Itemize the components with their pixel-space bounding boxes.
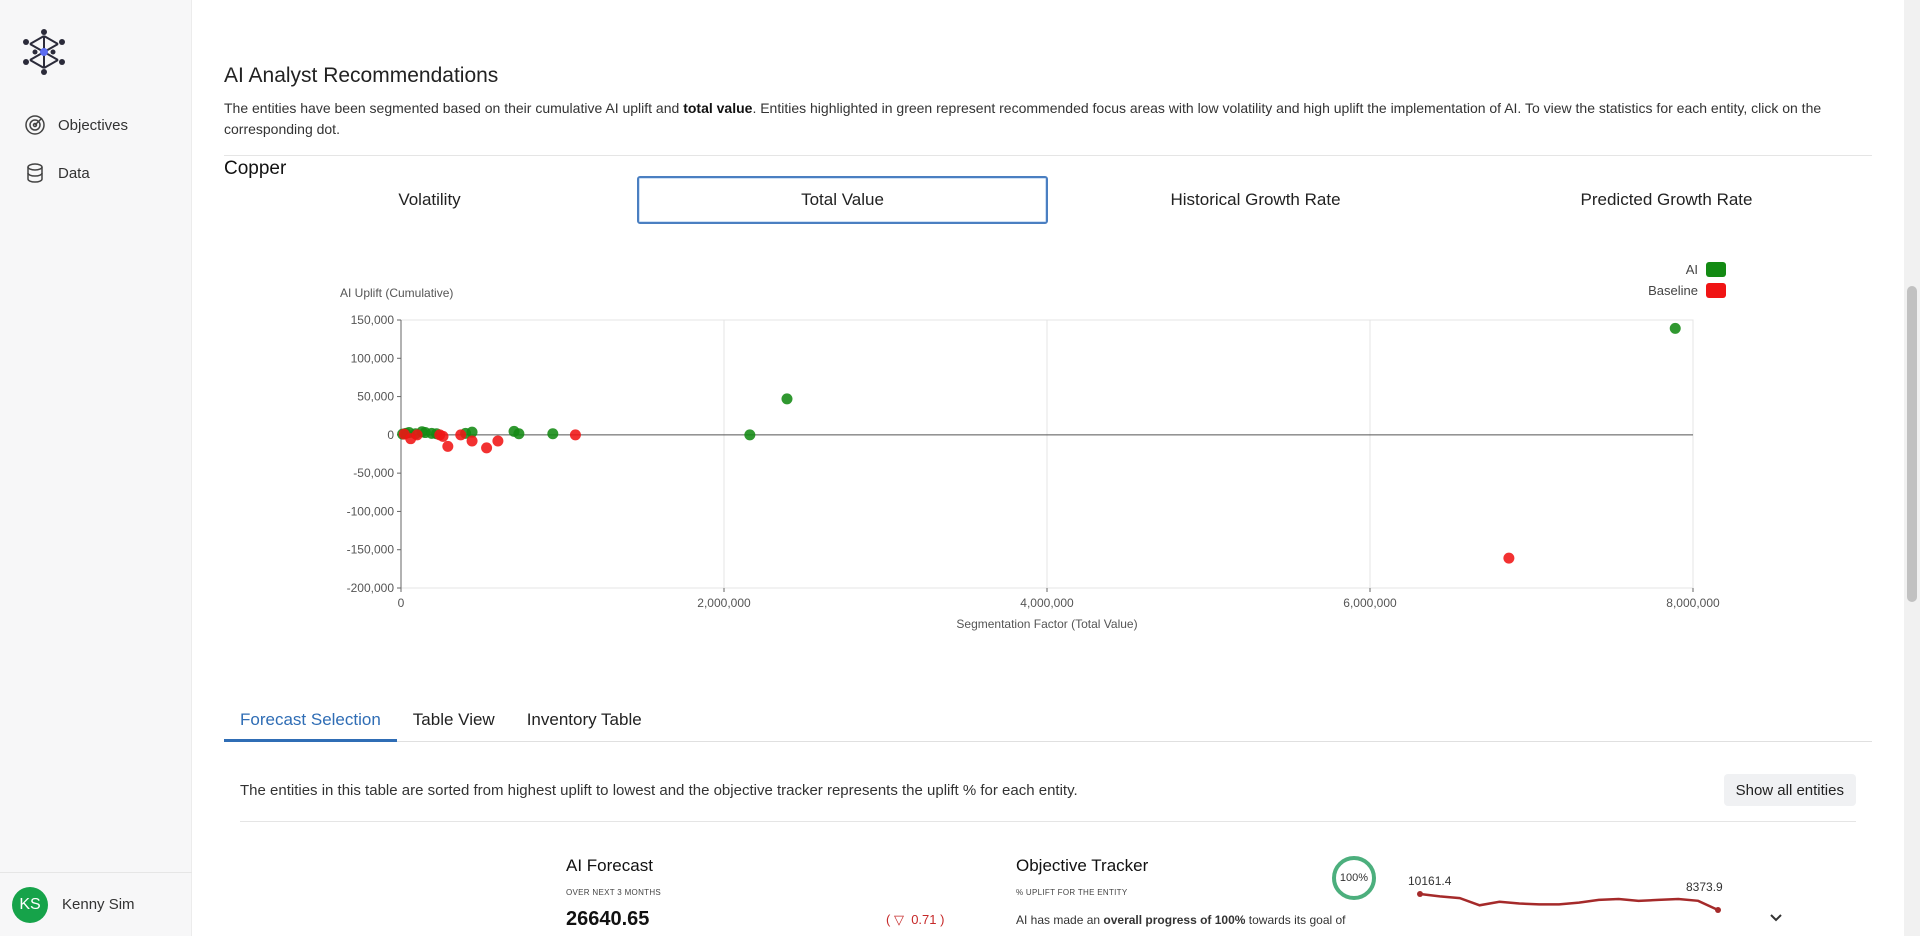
down-triangle-icon: ▽ <box>893 912 904 927</box>
page-title: AI Analyst Recommendations <box>224 64 499 87</box>
scrollbar[interactable] <box>1904 0 1920 936</box>
tracker-text-part: towards its goal of <box>1245 913 1346 927</box>
y-tick-label: -200,000 <box>347 581 395 595</box>
sidebar-item-data[interactable]: Data <box>24 162 90 184</box>
sidebar: Objectives Data KS Kenny Sim <box>0 0 192 936</box>
y-tick-label: -150,000 <box>347 543 395 557</box>
target-icon <box>25 115 45 135</box>
x-tick-label: 4,000,000 <box>1020 596 1074 610</box>
description-text: The entities have been segmented based o… <box>224 100 684 116</box>
scatter-point-ai[interactable] <box>1669 322 1681 334</box>
x-tick-label: 0 <box>398 596 405 610</box>
tab-total-value[interactable]: Total Value <box>637 176 1048 224</box>
sidebar-item-label: Data <box>58 164 90 182</box>
forecast-title: AI Forecast <box>566 856 653 875</box>
scatter-point-ai[interactable] <box>781 393 793 405</box>
scatter-point-baseline[interactable] <box>437 430 449 442</box>
scatter-point-ai[interactable] <box>513 428 525 440</box>
tab-historical-growth-rate[interactable]: Historical Growth Rate <box>1052 176 1459 224</box>
sparkline <box>1417 891 1721 913</box>
database-icon <box>27 163 43 183</box>
scatter-point-ai[interactable] <box>547 428 559 440</box>
description-bold: total value <box>683 100 753 116</box>
segmentation-tabs: Volatility Total Value Historical Growth… <box>224 176 1872 224</box>
tracker-title: Objective Tracker <box>1016 856 1149 875</box>
divider <box>224 155 1872 156</box>
divider <box>240 821 1856 822</box>
scatter-point-baseline[interactable] <box>466 435 478 447</box>
sparkline-start-point <box>1417 891 1423 897</box>
y-tick-label: -100,000 <box>347 504 395 518</box>
sparkline-path <box>1419 892 1719 912</box>
scatter-point-baseline[interactable] <box>569 429 581 441</box>
tab-table-view[interactable]: Table View <box>397 700 511 742</box>
app-logo-icon[interactable] <box>18 26 70 78</box>
user-name: Kenny Sim <box>62 896 135 913</box>
scatter-point-baseline[interactable] <box>455 429 467 441</box>
tab-inventory-table[interactable]: Inventory Table <box>511 700 658 742</box>
user-profile[interactable]: KS Kenny Sim <box>0 872 192 936</box>
sidebar-item-label: Objectives <box>58 116 129 134</box>
y-axis-label: AI Uplift (Cumulative) <box>340 286 453 300</box>
tracker-text-part: AI has made an <box>1016 913 1104 927</box>
chart-svg: 0 2,000,000 4,000,000 6,000,000 8,000,000 150… <box>340 286 1720 631</box>
sidebar-item-objectives[interactable]: Objectives <box>24 114 128 136</box>
scrollbar-thumb[interactable] <box>1907 286 1917 602</box>
scatter-point-ai[interactable] <box>744 429 756 441</box>
scatter-point-baseline[interactable] <box>492 435 504 447</box>
y-tick-label: -50,000 <box>353 466 394 480</box>
forecast-subtitle: OVER NEXT 3 MONTHS <box>566 888 662 897</box>
forecast-value: 26640.65 <box>566 908 650 930</box>
tracker-subtitle: % UPLIFT FOR THE ENTITY <box>1016 888 1128 897</box>
scatter-point-baseline[interactable] <box>411 429 423 441</box>
sparkline-end-point <box>1715 907 1721 913</box>
progress-ring: 100% <box>1332 856 1376 900</box>
forecast-change-value: 0.71 <box>911 912 937 927</box>
x-tick-label: 2,000,000 <box>697 596 751 610</box>
x-axis-label: Segmentation Factor (Total Value) <box>956 617 1137 631</box>
main-content: AI Analyst Recommendations The entities … <box>192 0 1904 936</box>
y-tick-label: 0 <box>387 428 394 442</box>
entity-name: Copper <box>224 158 287 179</box>
x-tick-label: 6,000,000 <box>1343 596 1397 610</box>
avatar: KS <box>12 886 48 923</box>
show-all-entities-button[interactable]: Show all entities <box>1723 774 1856 806</box>
scatter-point-baseline[interactable] <box>1503 552 1515 564</box>
section-description: The entities have been segmented based o… <box>224 98 1864 140</box>
tab-volatility[interactable]: Volatility <box>226 176 633 224</box>
panel-info-text: The entities in this table are sorted fr… <box>240 782 1078 799</box>
tracker-text-bold: overall progress of 100% <box>1103 913 1246 927</box>
tab-predicted-growth-rate[interactable]: Predicted Growth Rate <box>1463 176 1870 224</box>
scatter-point-baseline[interactable] <box>442 440 454 452</box>
tab-forecast-selection[interactable]: Forecast Selection <box>224 700 397 742</box>
y-tick-label: 150,000 <box>351 313 395 327</box>
scatter-point-baseline[interactable] <box>481 442 493 454</box>
forecast-change: ( ▽ 0.71 ) <box>886 912 945 927</box>
view-tabs: Forecast Selection Table View Inventory … <box>224 700 1872 742</box>
y-tick-label: 50,000 <box>357 390 394 404</box>
chevron-down-icon[interactable] <box>1766 908 1786 928</box>
x-tick-label: 8,000,000 <box>1666 596 1720 610</box>
scatter-chart: 0 2,000,000 4,000,000 6,000,000 8,000,000 150… <box>192 250 1904 640</box>
y-tick-label: 100,000 <box>351 351 395 365</box>
tracker-text: AI has made an overall progress of 100% … <box>1016 911 1356 936</box>
